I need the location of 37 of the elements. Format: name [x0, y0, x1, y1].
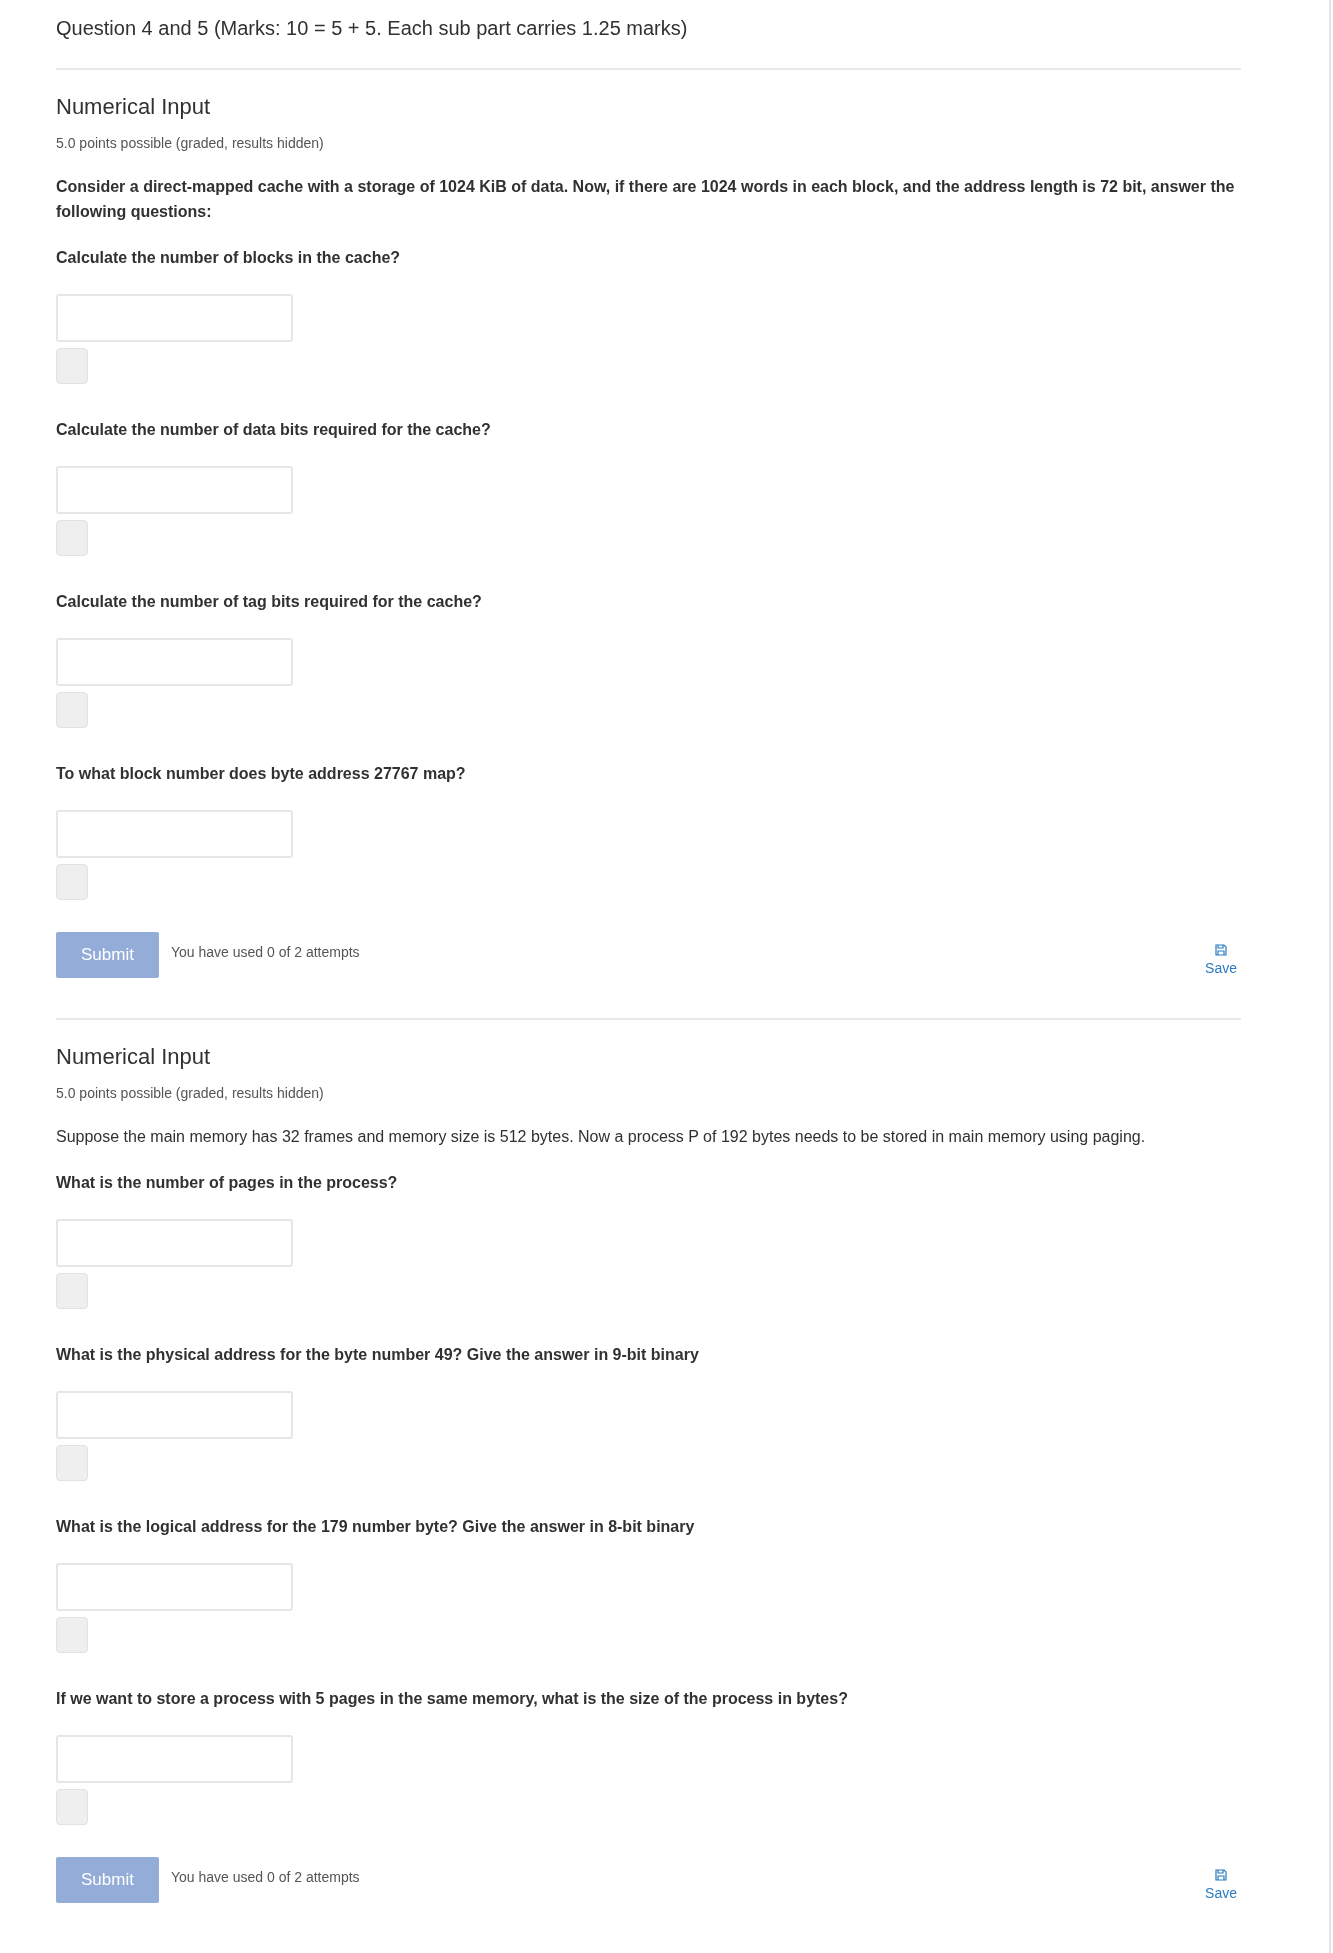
answer-field[interactable] [56, 638, 293, 686]
problem-statement: Consider a direct-mapped cache with a storage of 1024 KiB of data. Now, if there are 1024 words in each block, and the address length is 72 bit, answer the following questions: [56, 177, 1236, 222]
answer-field[interactable] [56, 1735, 293, 1783]
question-title: Question 4 and 5 (Marks: 10 = 5 + 5. Each sub part carries 1.25 marks) [56, 16, 689, 41]
question-text: If we want to store a process with 5 pages in the same memory, what is the size of the process in bytes? [56, 1689, 848, 1709]
answer-field[interactable] [56, 466, 293, 514]
points-info: 5.0 points possible (graded, results hidden) [56, 134, 325, 152]
points-info: 5.0 points possible (graded, results hidden) [56, 1084, 325, 1102]
save-button[interactable]: Save [1201, 932, 1241, 976]
answer-field[interactable] [56, 1219, 293, 1267]
question-text: Calculate the number of data bits required for the cache? [56, 420, 491, 440]
status-indicator [56, 348, 88, 384]
problem-statement: Suppose the main memory has 32 frames and memory size is 512 bytes. Now a process P of 192 bytes needs to be stored in main memory using paging. [56, 1127, 1147, 1147]
attempts-text: You have used 0 of 2 attempts [171, 944, 360, 960]
save-button[interactable]: Save [1201, 1857, 1241, 1901]
question-text: To what block number does byte address 27767 map? [56, 764, 466, 784]
status-indicator [56, 864, 88, 900]
answer-field[interactable] [56, 1391, 293, 1439]
answer-field[interactable] [56, 810, 293, 858]
question-text: What is the logical address for the 179 number byte? Give the answer in 8-bit binary [56, 1517, 695, 1537]
answer-field[interactable] [56, 1563, 293, 1611]
save-icon [1215, 944, 1228, 956]
attempts-text: You have used 0 of 2 attempts [171, 1869, 360, 1885]
status-indicator [56, 1789, 88, 1825]
question-text: Calculate the number of blocks in the cache? [56, 248, 401, 268]
status-indicator [56, 1445, 88, 1481]
status-indicator [56, 692, 88, 728]
status-indicator [56, 520, 88, 556]
problem-heading: Numerical Input [56, 93, 212, 121]
answer-field[interactable] [56, 294, 293, 342]
status-indicator [56, 1617, 88, 1653]
question-text: What is the number of pages in the process? [56, 1173, 398, 1193]
problem-heading: Numerical Input [56, 1043, 212, 1071]
save-icon [1215, 1869, 1228, 1881]
question-text: Calculate the number of tag bits required for the cache? [56, 592, 482, 612]
status-indicator [56, 1273, 88, 1309]
question-text: What is the physical address for the byte number 49? Give the answer in 9-bit binary [56, 1345, 699, 1365]
